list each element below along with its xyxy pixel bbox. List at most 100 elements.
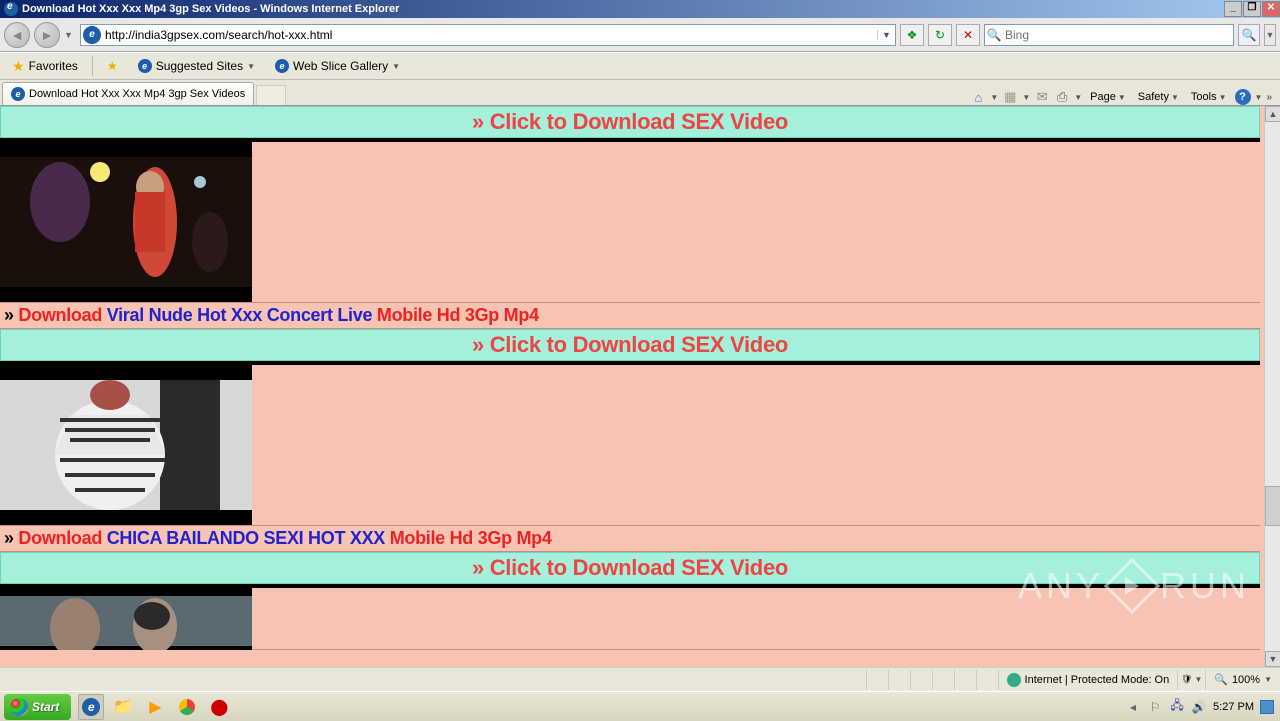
taskbar-app-button[interactable]: ⬤: [206, 694, 232, 720]
download-label: Download: [18, 305, 102, 325]
nav-history-dropdown[interactable]: ▼: [64, 30, 76, 40]
status-bar: Internet | Protected Mode: On 🛡 ▼ 🔍 100%…: [0, 667, 1280, 691]
taskbar-chrome-button[interactable]: [174, 694, 200, 720]
ie-logo-icon: [4, 2, 18, 16]
zone-label: Internet | Protected Mode: On: [1025, 674, 1170, 686]
help-icon[interactable]: ?: [1235, 89, 1251, 105]
search-box[interactable]: 🔍: [984, 24, 1234, 46]
zoom-level: 100%: [1232, 674, 1260, 686]
windows-logo-icon: [10, 698, 28, 716]
start-button[interactable]: Start: [4, 694, 71, 720]
video-row: [0, 365, 1260, 526]
add-favorite-button[interactable]: ★: [101, 57, 124, 75]
scroll-up-button[interactable]: ▲: [1265, 106, 1280, 122]
web-slice-button[interactable]: e Web Slice Gallery ▼: [269, 57, 406, 75]
mail-icon[interactable]: ✉: [1034, 89, 1050, 105]
browser-tab[interactable]: e Download Hot Xxx Xxx Mp4 3gp Sex Video…: [2, 82, 254, 105]
new-tab-button[interactable]: [256, 85, 286, 105]
nav-toolbar: ◄ ► ▼ e ▼ ❖ ↻ ✕ 🔍 🔍 ▼: [0, 18, 1280, 52]
status-pane: [932, 670, 954, 690]
window-title: Download Hot Xxx Xxx Mp4 3gp Sex Videos …: [22, 3, 399, 15]
page-menu[interactable]: Page▼: [1086, 89, 1130, 105]
url-input[interactable]: [103, 26, 877, 44]
maximize-button[interactable]: ❐: [1243, 1, 1261, 17]
suggested-label: Suggested Sites: [156, 59, 243, 73]
scroll-down-button[interactable]: ▼: [1265, 651, 1280, 667]
status-pane: [976, 670, 998, 690]
taskbar-explorer-button[interactable]: 📁: [110, 694, 136, 720]
webslice-label: Web Slice Gallery: [293, 59, 388, 73]
security-dropdown[interactable]: 🛡 ▼: [1177, 670, 1205, 690]
separator: [92, 56, 93, 76]
taskbar-ie-button[interactable]: e: [78, 694, 104, 720]
taskbar: Start e 📁 ▶ ⬤ ◂ ⚐ 🖧 🔊 5:27 PM: [0, 691, 1280, 721]
show-desktop-button[interactable]: [1260, 700, 1274, 714]
ie-icon: e: [275, 59, 289, 73]
scroll-thumb[interactable]: [1265, 486, 1280, 526]
print-icon[interactable]: ⎙: [1054, 89, 1070, 105]
network-icon[interactable]: 🖧: [1169, 699, 1185, 715]
stop-button[interactable]: ✕: [956, 24, 980, 46]
system-tray: ◂ ⚐ 🖧 🔊 5:27 PM: [1125, 699, 1280, 715]
flag-icon[interactable]: ⚐: [1147, 699, 1163, 715]
format-label: Mobile Hd 3Gp Mp4: [377, 305, 539, 325]
address-dropdown[interactable]: ▼: [877, 30, 895, 40]
suggested-sites-button[interactable]: e Suggested Sites ▼: [132, 57, 261, 75]
volume-icon[interactable]: 🔊: [1191, 699, 1207, 715]
chevron-down-icon[interactable]: ▼: [1255, 93, 1263, 102]
globe-icon: [1007, 673, 1021, 687]
download-banner-link[interactable]: » Click to Download SEX Video: [0, 106, 1260, 138]
home-icon[interactable]: ⌂: [970, 89, 986, 105]
tray-expand-icon[interactable]: ◂: [1125, 699, 1141, 715]
safety-menu[interactable]: Safety▼: [1134, 89, 1183, 105]
page-viewport: » Click to Download SEX Video » Download…: [0, 106, 1280, 667]
favorites-button[interactable]: ★ Favorites: [6, 56, 84, 77]
favorites-bar: ★ Favorites ★ e Suggested Sites ▼ e Web …: [0, 52, 1280, 80]
rss-icon[interactable]: ▦: [1002, 89, 1018, 105]
minimize-button[interactable]: _: [1224, 1, 1242, 17]
video-thumbnail[interactable]: [0, 142, 252, 302]
video-title: Viral Nude Hot Xxx Concert Live: [107, 305, 372, 325]
chevron-down-icon[interactable]: ▼: [1022, 93, 1030, 102]
video-thumbnail[interactable]: [0, 588, 252, 650]
status-pane: [910, 670, 932, 690]
watermark-text-a: ANY: [1018, 565, 1104, 607]
address-bar[interactable]: e ▼: [80, 24, 896, 46]
video-title: CHICA BAILANDO SEXI HOT XXX: [107, 528, 385, 548]
format-label: Mobile Hd 3Gp Mp4: [390, 528, 552, 548]
chevron-down-icon[interactable]: ▼: [990, 93, 998, 102]
status-pane: [954, 670, 976, 690]
vertical-scrollbar[interactable]: ▲ ▼: [1264, 106, 1280, 667]
chevron-down-icon[interactable]: ▼: [1074, 93, 1082, 102]
overflow-icon[interactable]: »: [1266, 92, 1272, 103]
video-caption-link[interactable]: » Download Viral Nude Hot Xxx Concert Li…: [0, 303, 1260, 329]
back-button[interactable]: ◄: [4, 22, 30, 48]
compat-button[interactable]: ❖: [900, 24, 924, 46]
video-row: [0, 142, 1260, 303]
video-caption-link[interactable]: » Download CHICA BAILANDO SEXI HOT XXX M…: [0, 526, 1260, 552]
search-go-button[interactable]: 🔍: [1238, 24, 1260, 46]
clock[interactable]: 5:27 PM: [1213, 701, 1254, 713]
security-zone[interactable]: Internet | Protected Mode: On: [998, 670, 1178, 690]
page-icon: e: [83, 26, 101, 44]
video-thumbnail[interactable]: [0, 365, 252, 525]
tools-menu[interactable]: Tools▼: [1187, 89, 1231, 105]
play-icon: [1104, 558, 1161, 615]
chevron-down-icon: ▼: [247, 62, 255, 71]
download-label: Download: [18, 528, 102, 548]
tab-strip: e Download Hot Xxx Xxx Mp4 3gp Sex Video…: [0, 80, 1280, 106]
zoom-control[interactable]: 🔍 100% ▼: [1205, 670, 1280, 690]
tab-title: Download Hot Xxx Xxx Mp4 3gp Sex Videos: [29, 88, 245, 100]
taskbar-media-button[interactable]: ▶: [142, 694, 168, 720]
watermark-text-b: RUN: [1160, 565, 1250, 607]
forward-button[interactable]: ►: [34, 22, 60, 48]
refresh-button[interactable]: ↻: [928, 24, 952, 46]
download-banner-link[interactable]: » Click to Download SEX Video: [0, 329, 1260, 361]
watermark: ANY RUN: [1018, 565, 1250, 607]
ie-icon: e: [11, 87, 25, 101]
arrow-icon: »: [4, 305, 14, 325]
search-provider-dropdown[interactable]: ▼: [1264, 24, 1276, 46]
close-button[interactable]: ✕: [1262, 1, 1280, 17]
star-icon: ★: [12, 58, 25, 75]
search-input[interactable]: [1003, 26, 1233, 44]
